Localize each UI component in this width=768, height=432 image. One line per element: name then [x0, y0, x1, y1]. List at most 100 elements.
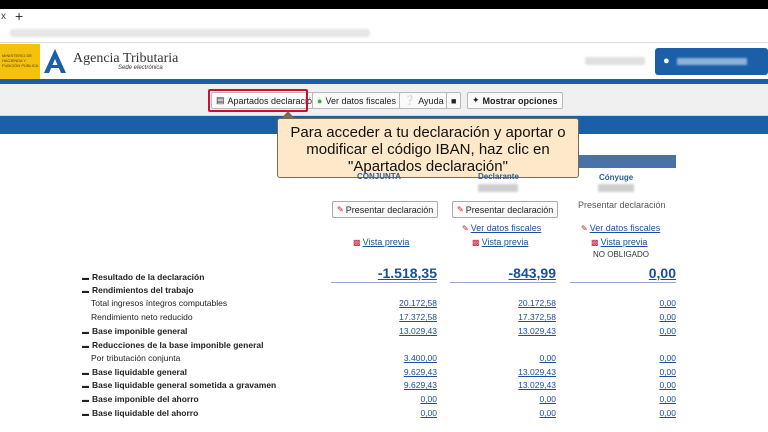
column-label-declarante: Declarante [478, 172, 519, 181]
vista-previa-link-conyuge[interactable]: ▩ Vista previa [591, 237, 647, 247]
pdf-icon: ▩ [591, 238, 599, 247]
new-tab-button[interactable]: + [15, 9, 29, 23]
row-bullet-icon: ▬ [82, 370, 89, 377]
signature-icon: ✎ [457, 205, 464, 214]
row-bullet-icon: ▬ [82, 397, 89, 404]
green-circle-icon: ● [317, 95, 323, 106]
row-value[interactable]: 20.172,58 [377, 298, 437, 308]
vista-previa-link-declarante[interactable]: ▩ Vista previa [472, 237, 528, 247]
instruction-callout: Para acceder a tu declaración y aportar … [277, 118, 579, 178]
row-value[interactable]: 0,00 [616, 380, 676, 390]
blurred-header-text [585, 57, 645, 65]
ministerio-logo: MINISTERIO DE HACIENDA Y FUNCIÓN PÚBLICA [0, 44, 40, 79]
row-label-text: Base liquidable del ahorro [92, 408, 199, 418]
row-value[interactable]: 0,00 [616, 394, 676, 404]
blurred-user-name [677, 58, 747, 65]
row-value[interactable]: -843,99 [456, 265, 556, 281]
row-label: ▬ Base imponible general [82, 326, 187, 336]
row-label-text: Rendimiento neto reducido [91, 312, 193, 322]
row-label-text: Resultado de la declaración [92, 272, 205, 282]
signature-icon: ✎ [462, 224, 469, 233]
row-value[interactable]: 0,00 [496, 408, 556, 418]
address-bar[interactable] [0, 23, 768, 43]
ver-datos-fiscales-link-declarante[interactable]: ✎ Ver datos fiscales [462, 223, 541, 233]
row-value[interactable]: 0,00 [616, 353, 676, 363]
row-value[interactable]: 0,00 [377, 408, 437, 418]
row-value[interactable]: 0,00 [496, 394, 556, 404]
pdf-icon: ▩ [353, 238, 361, 247]
row-value[interactable]: 0,00 [496, 353, 556, 363]
row-label: Por tributación conjunta [91, 353, 180, 363]
row-value[interactable]: 13.029,43 [377, 326, 437, 336]
user-icon: ● [663, 55, 670, 67]
column-separator [570, 282, 676, 283]
row-label: ▬ Base liquidable general [82, 367, 187, 377]
row-label: ▬ Reducciones de la base imponible genera… [82, 340, 263, 350]
video-button[interactable]: ■ [446, 92, 462, 109]
row-value[interactable]: 3.400,00 [377, 353, 437, 363]
vista-previa-link-conjunta[interactable]: ▩ Vista previa [353, 237, 409, 247]
row-label-text: Base imponible general [92, 326, 188, 336]
brand-subtitle: Sede electrónica [118, 65, 163, 71]
row-value[interactable]: 20.172,58 [496, 298, 556, 308]
row-value[interactable]: 17.372,58 [496, 312, 556, 322]
blurred-url [10, 29, 370, 37]
row-value[interactable]: 9.629,43 [377, 380, 437, 390]
row-label-text: Base liquidable general sometida a grava… [92, 380, 277, 390]
row-label: ▬ Base liquidable general sometida a grav… [82, 380, 276, 390]
mostrar-opciones-button[interactable]: ✦ Mostrar opciones [467, 92, 563, 109]
presentar-declaracion-conyuge-disabled: Presentar declaración [578, 200, 666, 210]
agencia-logo-icon [44, 49, 66, 73]
signature-icon: ✎ [337, 205, 344, 214]
row-value[interactable]: 13.029,43 [496, 367, 556, 377]
row-value[interactable]: 0,00 [616, 408, 676, 418]
row-label-text: Base imponible del ahorro [92, 394, 199, 404]
column-header-conyuge [570, 155, 676, 168]
row-label-text: Rendimientos del trabajo [92, 285, 194, 295]
row-bullet-icon: ▬ [82, 275, 89, 282]
column-separator [331, 282, 437, 283]
row-label: ▬ Rendimientos del trabajo [82, 285, 194, 295]
screen-top-bar [0, 0, 768, 9]
row-label-text: Base liquidable general [92, 367, 187, 377]
row-bullet-icon: ▬ [82, 411, 89, 418]
row-value[interactable]: -1.518,35 [337, 265, 437, 281]
row-bullet-icon: ▬ [82, 343, 89, 350]
site-header: MINISTERIO DE HACIENDA Y FUNCIÓN PÚBLICA… [0, 43, 768, 80]
row-value[interactable]: 13.029,43 [496, 326, 556, 336]
row-value[interactable]: 0,00 [576, 265, 676, 281]
row-label: ▬ Base imponible del ahorro [82, 394, 199, 404]
toolbar: ▤ Apartados declaración ● Ver datos fisc… [0, 84, 768, 116]
presentar-declaracion-button-conjunta[interactable]: ✎ Presentar declaración [332, 201, 439, 218]
row-value[interactable]: 0,00 [377, 394, 437, 404]
row-value[interactable]: 17.372,58 [377, 312, 437, 322]
row-label: Rendimiento neto reducido [91, 312, 193, 322]
presentar-declaracion-button-declarante[interactable]: ✎ Presentar declaración [452, 201, 559, 218]
blurred-nif-conyuge [598, 184, 634, 192]
ver-datos-fiscales-button[interactable]: ● Ver datos fiscales [312, 92, 401, 109]
column-label-conjunta: CONJUNTA [357, 172, 401, 181]
row-label-text: Total ingresos íntegros computables [91, 298, 228, 308]
row-value[interactable]: 0,00 [616, 312, 676, 322]
close-tab-icon[interactable]: x [1, 11, 11, 22]
row-value[interactable]: 13.029,43 [496, 380, 556, 390]
ayuda-button[interactable]: ❔ Ayuda [399, 92, 449, 109]
user-button[interactable]: ● [655, 48, 768, 75]
row-bullet-icon: ▬ [82, 383, 89, 390]
video-camera-icon: ■ [451, 95, 457, 106]
row-value[interactable]: 0,00 [616, 367, 676, 377]
blurred-nif-declarante [478, 184, 518, 192]
row-label: Total ingresos íntegros computables [91, 298, 227, 308]
row-bullet-icon: ▬ [82, 288, 89, 295]
row-value[interactable]: 9.629,43 [377, 367, 437, 377]
row-value[interactable]: 0,00 [616, 326, 676, 336]
status-no-obligado: NO OBLIGADO [593, 250, 650, 259]
tools-icon: ✦ [472, 95, 480, 105]
row-label-text: Reducciones de la base imponible general [92, 340, 264, 350]
row-bullet-icon: ▬ [82, 329, 89, 336]
row-label: ▬ Resultado de la declaración [82, 272, 204, 282]
ver-datos-fiscales-link-conyuge[interactable]: ✎ Ver datos fiscales [581, 223, 660, 233]
row-label-text: Por tributación conjunta [91, 353, 181, 363]
row-value[interactable]: 0,00 [616, 298, 676, 308]
help-icon: ❔ [404, 95, 416, 105]
